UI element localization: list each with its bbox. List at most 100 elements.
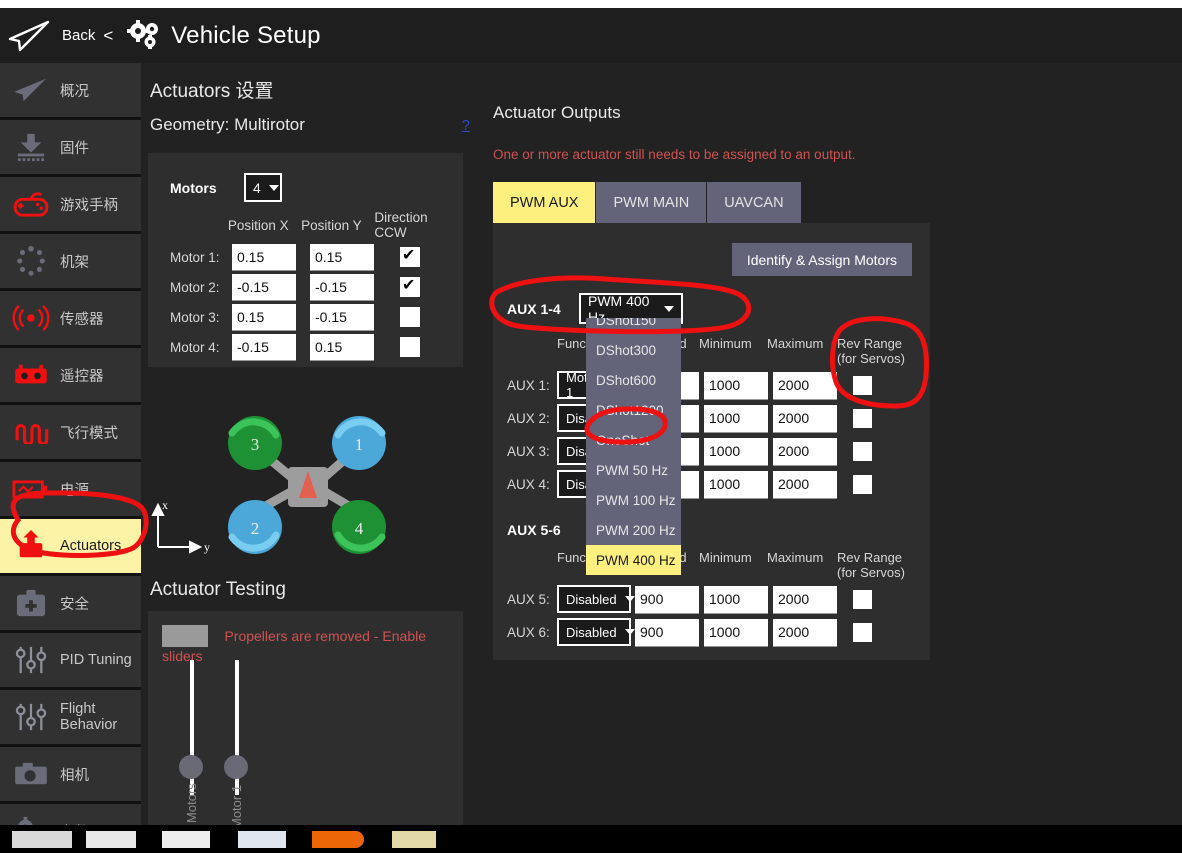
sidebar-item-firmware[interactable]: 固件 bbox=[0, 120, 141, 174]
motor-pos-x-input[interactable]: 0.15 bbox=[232, 244, 296, 270]
back-chevron-icon[interactable]: < bbox=[103, 26, 113, 46]
sidebar-item-pid-tuning[interactable]: PID Tuning bbox=[0, 633, 141, 687]
sidebar: 概况 固件 游戏手柄 机架 传感器 遥控器 飞行模式 电源 Actuators … bbox=[0, 63, 141, 853]
sidebar-item-label: Flight Behavior bbox=[60, 701, 118, 733]
motors-panel: Motors 4 Position X Position Y Direction… bbox=[148, 153, 463, 367]
motors-count-dropdown[interactable]: 4 bbox=[244, 173, 282, 202]
col-position-y: Position Y bbox=[301, 217, 362, 233]
aux-minimum-input[interactable]: 1000 bbox=[704, 618, 768, 646]
col-rev-range: Rev Range (for Servos) bbox=[837, 550, 912, 580]
aux-row-label: AUX 4: bbox=[507, 476, 550, 492]
sidebar-item-power[interactable]: 电源 bbox=[0, 462, 141, 516]
dropdown-option-oneshot[interactable]: OneShot bbox=[586, 425, 681, 455]
taskbar-thumbnail[interactable] bbox=[238, 831, 286, 848]
aux-function-value: Disabled bbox=[566, 624, 617, 640]
sidebar-item-safety[interactable]: 安全 bbox=[0, 576, 141, 630]
top-white-strip bbox=[0, 0, 1182, 8]
sidebar-item-sensors[interactable]: 传感器 bbox=[0, 291, 141, 345]
all-motors-slider-knob[interactable] bbox=[179, 755, 203, 779]
aux-disarmed-input[interactable]: 900 bbox=[635, 618, 699, 646]
motor-layout-diagram: 3 1 2 4 x y bbox=[148, 377, 470, 577]
paper-plane-icon[interactable] bbox=[8, 19, 52, 53]
motor-pos-x-input[interactable]: 0.15 bbox=[232, 304, 296, 330]
aux-minimum-input[interactable]: 1000 bbox=[704, 585, 768, 613]
chevron-down-icon bbox=[664, 305, 674, 312]
motor-pos-x-input[interactable]: -0.15 bbox=[232, 274, 296, 300]
dropdown-option-pwm-400hz[interactable]: PWM 400 Hz bbox=[586, 545, 681, 575]
aux-row-label: AUX 5: bbox=[507, 591, 550, 607]
geometry-label: Geometry: Multirotor bbox=[150, 115, 305, 134]
dropdown-option-pwm-200hz[interactable]: PWM 200 Hz bbox=[586, 515, 681, 545]
sidebar-item-airframe[interactable]: 机架 bbox=[0, 234, 141, 288]
aux-rev-range-checkbox[interactable] bbox=[853, 408, 872, 428]
motor-pos-y-input[interactable]: -0.15 bbox=[310, 304, 374, 330]
sidebar-item-label: 电源 bbox=[60, 482, 89, 499]
sidebar-item-flight-behavior[interactable]: Flight Behavior bbox=[0, 690, 141, 744]
col-rev-range-line2: (for Servos) bbox=[837, 351, 905, 366]
dropdown-option-pwm-50hz[interactable]: PWM 50 Hz bbox=[586, 455, 681, 485]
motor-pos-y-input[interactable]: -0.15 bbox=[310, 274, 374, 300]
aux-1-4-label: AUX 1-4 bbox=[507, 300, 561, 317]
aux-minimum-input[interactable]: 1000 bbox=[704, 437, 768, 465]
aux-maximum-input[interactable]: 2000 bbox=[773, 618, 837, 646]
aux-minimum-input[interactable]: 1000 bbox=[704, 404, 768, 432]
motor-pos-y-input[interactable]: 0.15 bbox=[310, 334, 374, 360]
taskbar-thumbnail[interactable] bbox=[12, 831, 72, 848]
aux-minimum-input[interactable]: 1000 bbox=[704, 371, 768, 399]
chevron-down-icon bbox=[624, 596, 635, 602]
svg-text:y: y bbox=[204, 540, 210, 554]
dropdown-option-dshot600[interactable]: DShot600 bbox=[586, 365, 681, 395]
motor-ccw-checkbox[interactable] bbox=[400, 245, 420, 267]
back-label[interactable]: Back bbox=[62, 27, 95, 44]
aux-rev-range-checkbox[interactable] bbox=[853, 441, 872, 461]
chevron-down-icon bbox=[268, 184, 279, 191]
aux-maximum-input[interactable]: 2000 bbox=[773, 437, 837, 465]
actuator-outputs-column: Actuator Outputs One or more actuator st… bbox=[493, 63, 953, 660]
dropdown-option-dshot300[interactable]: DShot300 bbox=[586, 335, 681, 365]
taskbar-thumbnail-firefox[interactable] bbox=[312, 831, 364, 848]
motor-ccw-checkbox[interactable] bbox=[400, 337, 420, 357]
airframe-icon bbox=[8, 241, 54, 281]
dropdown-option-pwm-100hz[interactable]: PWM 100 Hz bbox=[586, 485, 681, 515]
sidebar-item-summary[interactable]: 概况 bbox=[0, 63, 141, 117]
tab-pwm-main[interactable]: PWM MAIN bbox=[596, 182, 707, 223]
taskbar-thumbnail-chat[interactable] bbox=[392, 831, 436, 848]
sidebar-item-radio[interactable]: 遥控器 bbox=[0, 348, 141, 402]
aux-rev-range-checkbox[interactable] bbox=[853, 589, 872, 609]
aux-minimum-input[interactable]: 1000 bbox=[704, 470, 768, 498]
camera-icon bbox=[8, 754, 54, 794]
sidebar-item-actuators[interactable]: Actuators bbox=[0, 519, 141, 573]
sidebar-item-flight-modes[interactable]: 飞行模式 bbox=[0, 405, 141, 459]
aux-rev-range-checkbox[interactable] bbox=[853, 622, 872, 642]
svg-text:x: x bbox=[162, 498, 168, 512]
identify-assign-motors-button[interactable]: Identify & Assign Motors bbox=[731, 243, 912, 276]
sidebar-item-label: 飞行模式 bbox=[60, 425, 118, 442]
aux-maximum-input[interactable]: 2000 bbox=[773, 371, 837, 399]
aux-function-dropdown[interactable]: Disabled bbox=[557, 618, 635, 646]
motor-ccw-checkbox[interactable] bbox=[400, 275, 420, 297]
sidebar-item-label: 遥控器 bbox=[60, 368, 104, 385]
sidebar-item-camera[interactable]: 相机 bbox=[0, 747, 141, 801]
aux-maximum-input[interactable]: 2000 bbox=[773, 470, 837, 498]
geometry-help-link[interactable]: ? bbox=[462, 117, 470, 134]
aux-maximum-input[interactable]: 2000 bbox=[773, 585, 837, 613]
dropdown-option-dshot1200[interactable]: DShot1200 bbox=[586, 395, 681, 425]
taskbar-thumbnail[interactable] bbox=[86, 831, 136, 848]
table-row: AUX 3: Disabled 900 1000 2000 bbox=[507, 437, 916, 465]
enable-sliders-toggle[interactable] bbox=[162, 625, 208, 647]
aux-rev-range-checkbox[interactable] bbox=[853, 474, 872, 494]
motor-ccw-checkbox[interactable] bbox=[400, 307, 420, 327]
motor-pos-x-input[interactable]: -0.15 bbox=[232, 334, 296, 360]
taskbar-thumbnail[interactable] bbox=[162, 831, 210, 848]
tab-uavcan[interactable]: UAVCAN bbox=[707, 182, 801, 223]
aux-rev-range-checkbox[interactable] bbox=[853, 375, 872, 395]
aux-maximum-input[interactable]: 2000 bbox=[773, 404, 837, 432]
motor-pos-y-input[interactable]: 0.15 bbox=[310, 244, 374, 270]
aux-1-4-group-row: AUX 1-4 PWM 400 Hz bbox=[507, 293, 916, 325]
svg-text:4: 4 bbox=[355, 519, 364, 538]
actuator-testing-title: Actuator Testing bbox=[150, 579, 286, 600]
sidebar-item-joystick[interactable]: 游戏手柄 bbox=[0, 177, 141, 231]
tab-pwm-aux[interactable]: PWM AUX bbox=[493, 182, 596, 223]
motor-1-slider-knob[interactable] bbox=[224, 755, 248, 779]
dropdown-option-dshot150[interactable]: DShot150 bbox=[586, 318, 681, 335]
